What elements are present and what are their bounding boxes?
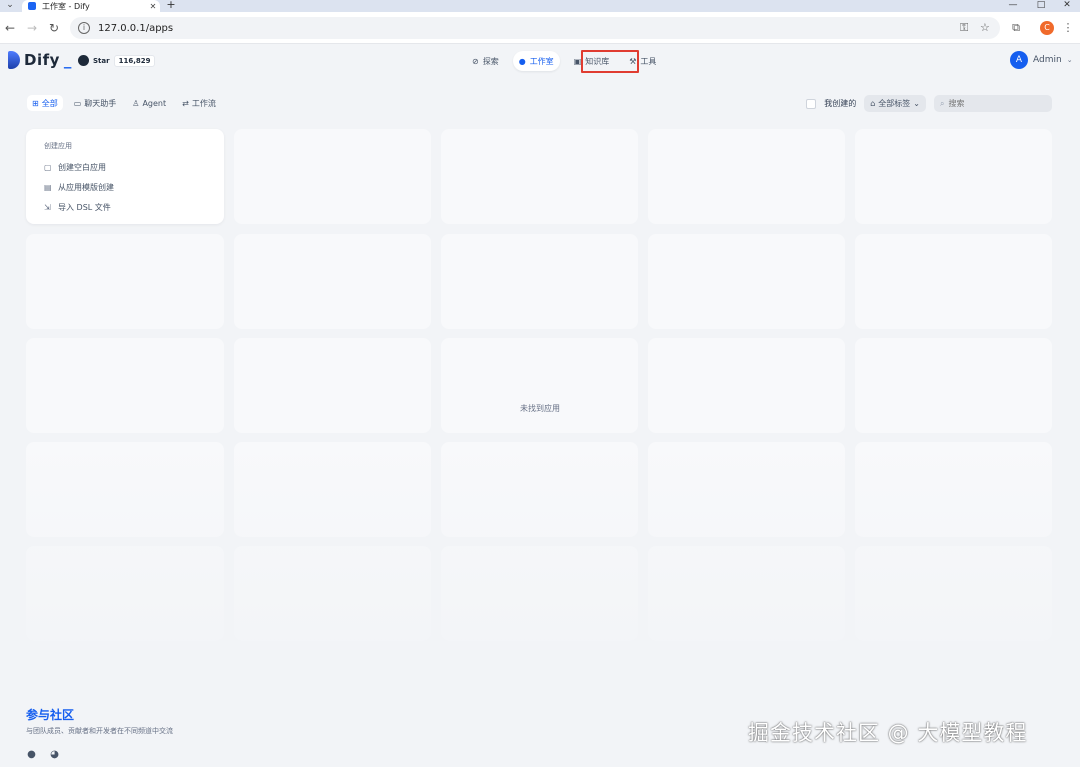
skeleton-card <box>855 234 1052 329</box>
tab-search-icon[interactable]: ⌄ <box>2 0 18 11</box>
maximize-icon[interactable]: □ <box>1028 0 1054 11</box>
skeleton-card <box>855 129 1052 224</box>
filter-all-label: 全部 <box>41 98 58 108</box>
create-from-template[interactable]: ▤ 从应用模版创建 <box>44 177 206 197</box>
extensions-icon[interactable]: ⧉ <box>1008 20 1024 36</box>
skeleton-card <box>234 129 431 224</box>
compass-icon: ⊘ <box>472 56 479 66</box>
grid-fade-overlay <box>0 440 1080 650</box>
browser-menu-icon[interactable]: ⋮ <box>1060 20 1076 36</box>
skeleton-card <box>648 338 845 433</box>
logo-mark-icon <box>8 51 20 69</box>
nav-explore[interactable]: ⊘ 探索 <box>466 51 505 71</box>
skeleton-card <box>441 129 638 224</box>
reload-icon[interactable]: ↻ <box>46 20 62 36</box>
skeleton-card <box>855 338 1052 433</box>
mine-checkbox[interactable] <box>806 98 817 109</box>
star-count: 116,829 <box>113 54 156 67</box>
site-info-icon[interactable]: i <box>78 22 90 34</box>
template-icon: ▤ <box>44 182 52 192</box>
app-header: Dify _ Star 116,829 ⊘ 探索 ● 工作室 ▣ 知识库 ⚒ 工… <box>0 44 1080 78</box>
github-icon <box>78 55 89 66</box>
create-app-card: 创建应用 ▢ 创建空白应用 ▤ 从应用模版创建 ⇲ 导入 DSL 文件 <box>26 129 224 224</box>
filter-chat-label: 聊天助手 <box>84 98 117 108</box>
logo-text: Dify <box>24 51 60 69</box>
community-description: 与团队成员、贡献者和开发者在不同频道中交流 <box>26 727 173 735</box>
nav-tools-label: 工具 <box>640 56 657 66</box>
create-template-label: 从应用模版创建 <box>58 182 114 192</box>
empty-message: 未找到应用 <box>520 404 560 413</box>
chat-icon: ▭ <box>73 98 82 108</box>
password-key-icon[interactable]: ⚿ <box>960 21 968 35</box>
community-links: ● ◕ <box>26 749 173 760</box>
filter-agent[interactable]: ♙ Agent <box>127 95 171 111</box>
user-name: Admin <box>1033 55 1062 65</box>
tab-title: 工作室 - Dify <box>42 1 90 11</box>
minimize-icon[interactable]: — <box>1000 0 1026 11</box>
search-input[interactable] <box>948 99 1045 108</box>
dify-favicon-icon <box>28 2 36 10</box>
filter-agent-label: Agent <box>142 98 167 108</box>
community-title: 参与社区 <box>26 708 75 722</box>
tag-filter-label: 全部标签 <box>878 99 911 108</box>
tag-filter-select[interactable]: ⌂ 全部标签 ⌄ <box>864 95 926 112</box>
create-app-title: 创建应用 <box>44 142 72 150</box>
filter-workflow[interactable]: ⇄ 工作流 <box>177 95 221 111</box>
knowledge-highlight-box <box>581 50 639 73</box>
skeleton-card <box>26 338 224 433</box>
agent-icon: ♙ <box>132 98 140 108</box>
create-blank-app[interactable]: ▢ 创建空白应用 <box>44 157 206 177</box>
mine-label: 我创建的 <box>824 99 857 108</box>
skeleton-card <box>441 338 638 433</box>
dify-logo[interactable]: Dify _ <box>8 51 71 69</box>
chevron-down-icon: ⌄ <box>1066 56 1073 64</box>
skeleton-card <box>26 234 224 329</box>
search-box[interactable]: ⌕ <box>934 95 1052 112</box>
window-close-icon[interactable]: ✕ <box>1054 0 1080 11</box>
star-label: Star <box>93 56 110 65</box>
import-dsl-label: 导入 DSL 文件 <box>58 202 111 212</box>
filter-all[interactable]: ⊞ 全部 <box>27 95 63 111</box>
filter-workflow-label: 工作流 <box>191 98 216 108</box>
create-blank-label: 创建空白应用 <box>58 162 106 172</box>
skeleton-card <box>234 338 431 433</box>
search-icon: ⌕ <box>940 98 945 108</box>
discord-icon[interactable]: ◕ <box>49 749 60 760</box>
filter-chat[interactable]: ▭ 聊天助手 <box>69 95 122 111</box>
profile-avatar[interactable]: C <box>1040 21 1054 35</box>
address-bar[interactable]: i 127.0.0.1/apps ⚿ ☆ <box>70 17 1000 39</box>
nav-studio-label: 工作室 <box>529 56 554 66</box>
skeleton-card <box>648 129 845 224</box>
tag-icon: ⌂ <box>870 99 876 108</box>
github-icon[interactable]: ● <box>26 749 37 760</box>
back-icon[interactable]: ← <box>2 20 18 36</box>
file-plus-icon: ▢ <box>44 162 52 172</box>
community-section: 参与社区 与团队成员、贡献者和开发者在不同频道中交流 ● ◕ <box>26 706 173 760</box>
import-dsl[interactable]: ⇲ 导入 DSL 文件 <box>44 197 206 217</box>
forward-icon[interactable]: → <box>24 20 40 36</box>
user-menu[interactable]: A Admin ⌄ <box>1010 51 1073 69</box>
watermark: 掘金技术社区 @ 大模型教程 <box>748 721 1028 745</box>
user-avatar: A <box>1010 51 1028 69</box>
browser-tab[interactable]: 工作室 - Dify ✕ <box>22 0 160 12</box>
bookmark-star-icon[interactable]: ☆ <box>980 21 990 34</box>
browser-toolbar: ← → ↻ i 127.0.0.1/apps ⚿ ☆ ⧉ C ⋮ <box>0 12 1080 44</box>
grid-icon: ⊞ <box>32 98 39 108</box>
robot-icon: ● <box>518 56 526 66</box>
close-icon[interactable]: ✕ <box>146 2 160 11</box>
url-text: 127.0.0.1/apps <box>98 22 174 34</box>
nav-studio[interactable]: ● 工作室 <box>512 51 560 71</box>
new-tab-button[interactable]: + <box>164 0 178 11</box>
github-star-button[interactable]: Star 116,829 <box>78 53 156 68</box>
chevron-down-icon: ⌄ <box>913 99 920 108</box>
import-icon: ⇲ <box>44 202 51 212</box>
skeleton-card <box>441 234 638 329</box>
nav-explore-label: 探索 <box>482 56 499 66</box>
workflow-icon: ⇄ <box>182 98 189 108</box>
app-type-filter: ⊞ 全部 ▭ 聊天助手 ♙ Agent ⇄ 工作流 <box>27 95 221 111</box>
filter-controls: 我创建的 ⌂ 全部标签 ⌄ ⌕ <box>806 95 1052 112</box>
skeleton-card <box>234 234 431 329</box>
skeleton-card <box>648 234 845 329</box>
browser-tabbar: ⌄ 工作室 - Dify ✕ + — □ ✕ <box>0 0 1080 12</box>
